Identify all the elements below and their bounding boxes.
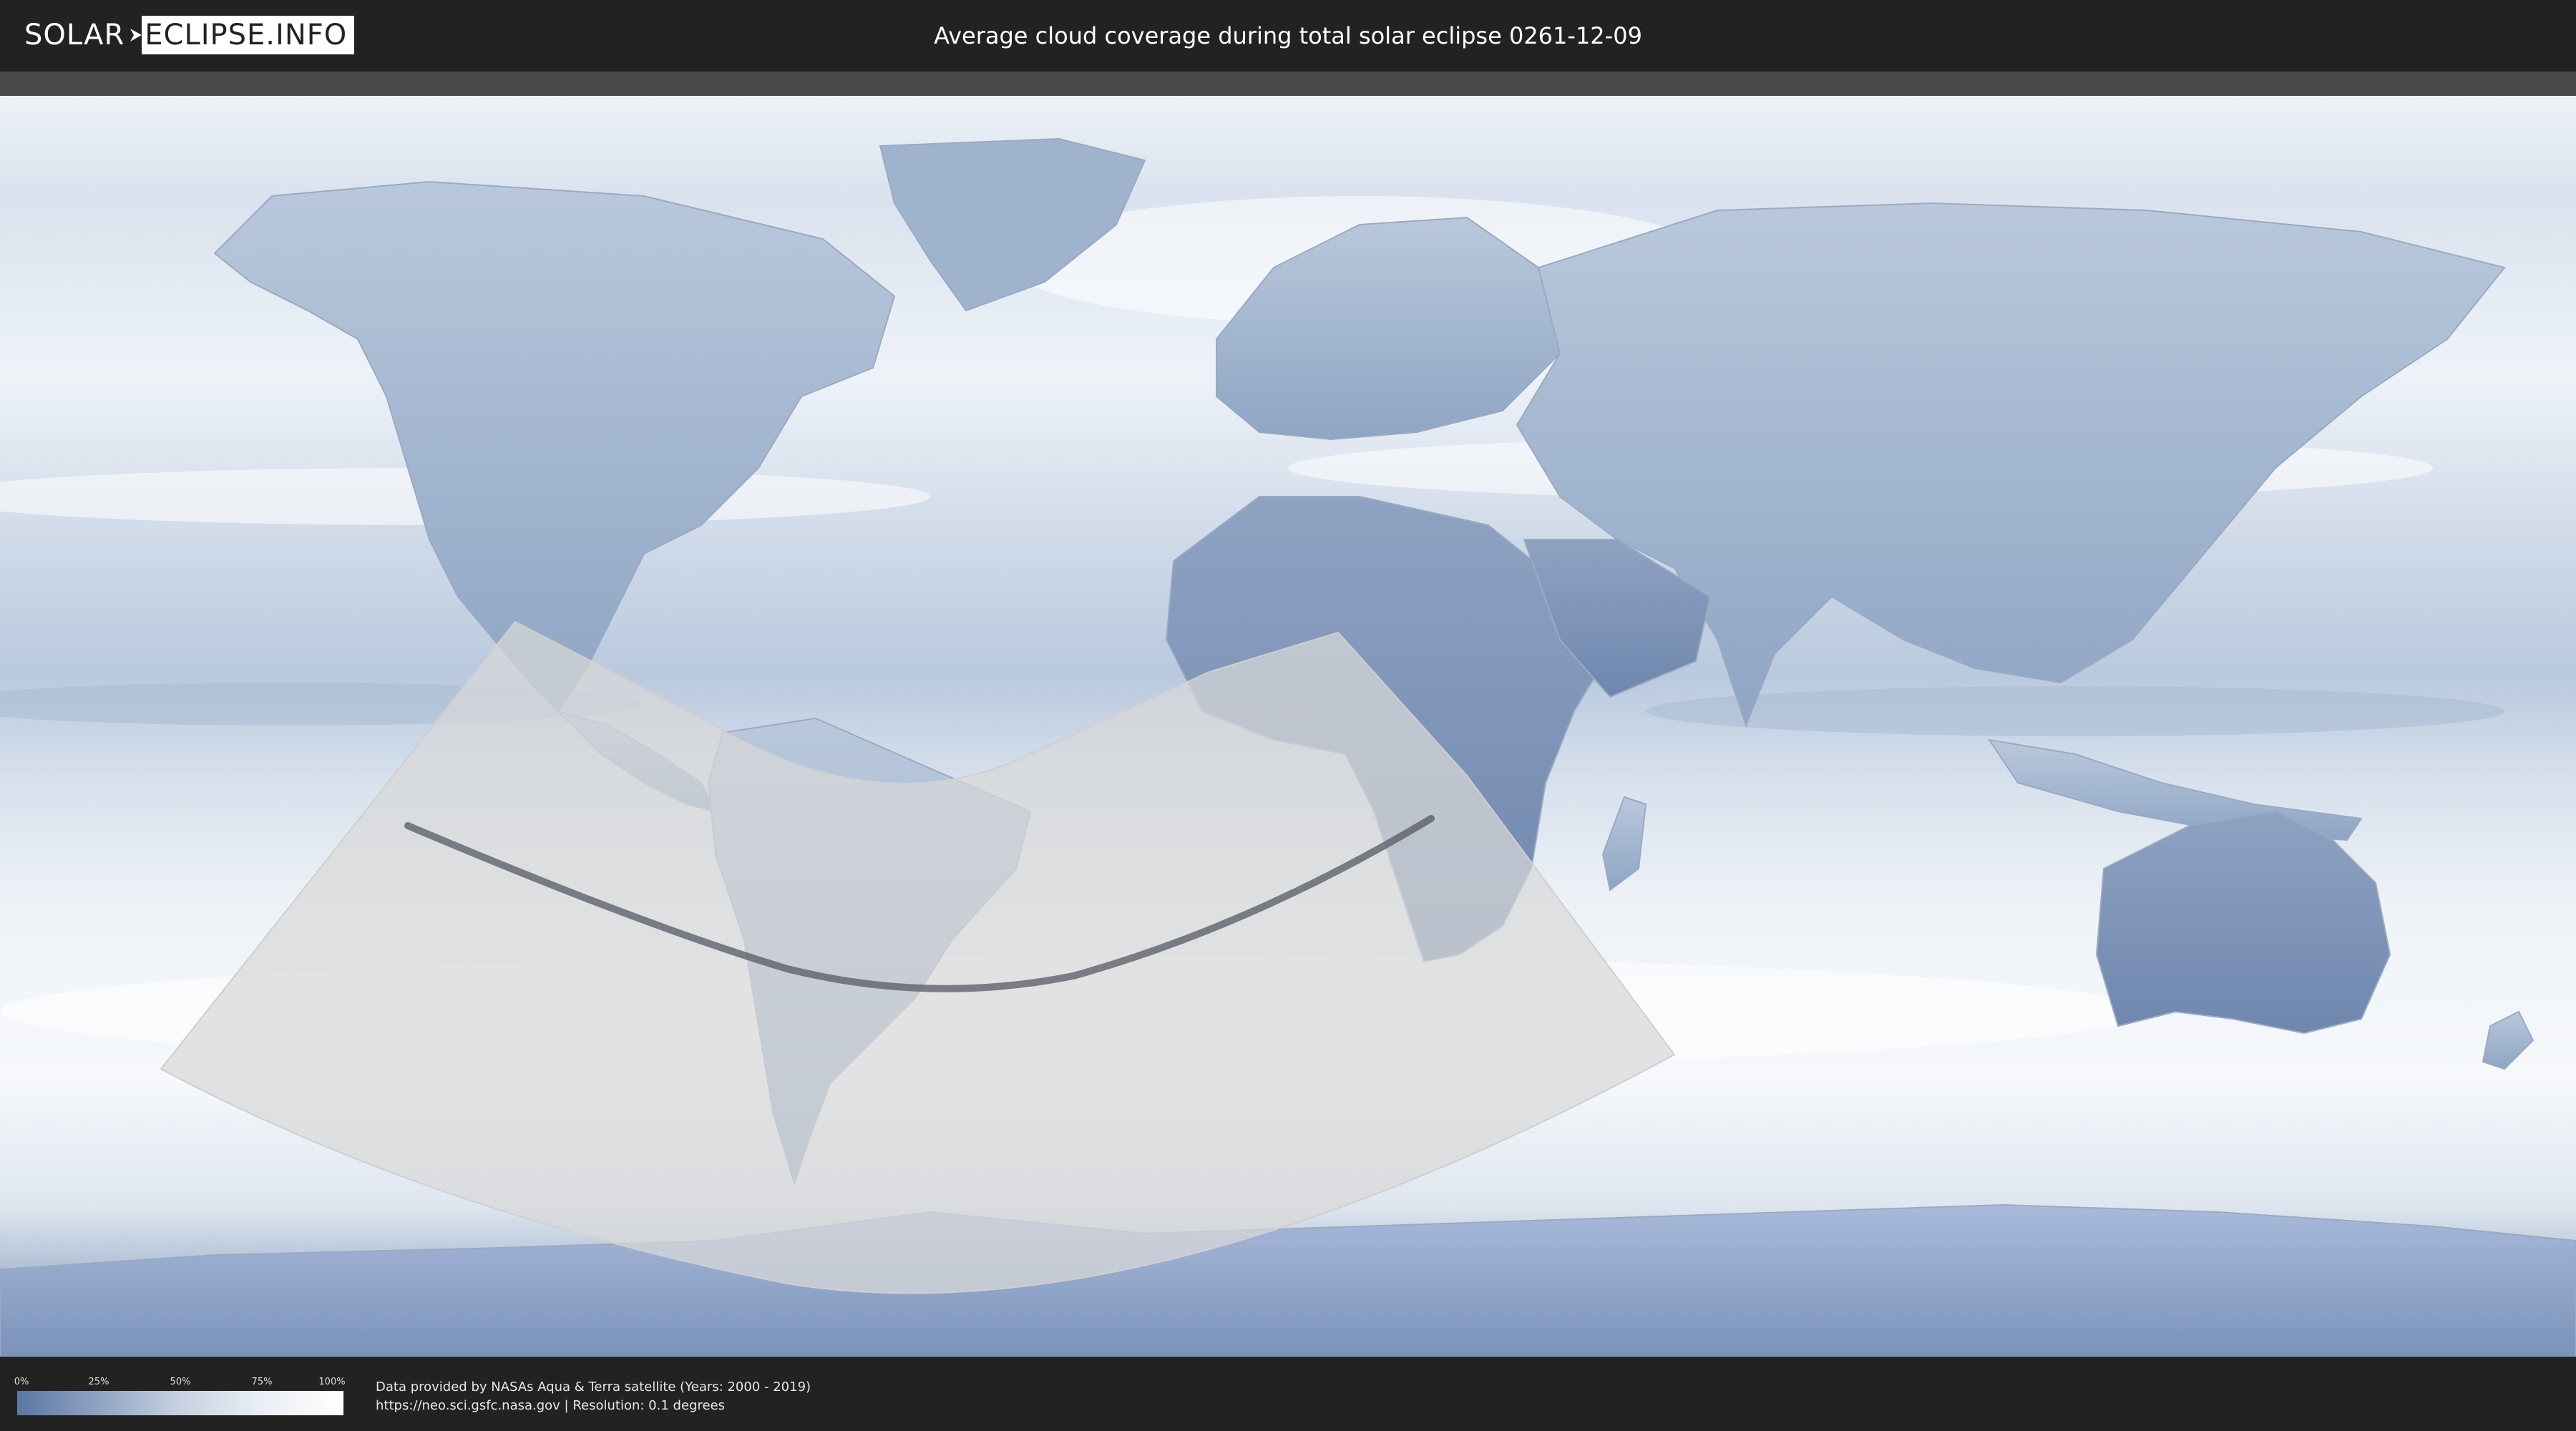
legend-color-bar xyxy=(17,1391,343,1415)
legend-tick-50: 50% xyxy=(170,1377,191,1387)
data-credits: Data provided by NASAs Aqua & Terra sate… xyxy=(376,1378,811,1415)
page-root: SOLAR ECLIPSE.INFO Average cloud coverag… xyxy=(0,0,2576,1431)
legend-tick-75: 75% xyxy=(251,1377,273,1387)
credits-line-source: Data provided by NASAs Aqua & Terra sate… xyxy=(376,1379,811,1395)
page-title: Average cloud coverage during total sola… xyxy=(934,22,1642,49)
cloud-coverage-map[interactable] xyxy=(0,96,2576,1357)
legend-tick-0: 0% xyxy=(14,1377,29,1387)
legend-tick-100: 100% xyxy=(318,1377,346,1387)
footer-bar: 0% 25% 50% 75% 100% Data provided by NAS… xyxy=(0,1357,2576,1431)
legend-tick-25: 25% xyxy=(88,1377,109,1387)
credits-line-url[interactable]: https://neo.sci.gsfc.nasa.gov | Resoluti… xyxy=(376,1397,811,1415)
map-canvas xyxy=(0,96,2576,1357)
legend-tick-labels: 0% 25% 50% 75% 100% xyxy=(14,1377,346,1390)
map-top-band xyxy=(0,72,2576,96)
header-bar: SOLAR ECLIPSE.INFO Average cloud coverag… xyxy=(0,0,2576,72)
cloud-coverage-legend: 0% 25% 50% 75% 100% xyxy=(14,1377,346,1420)
